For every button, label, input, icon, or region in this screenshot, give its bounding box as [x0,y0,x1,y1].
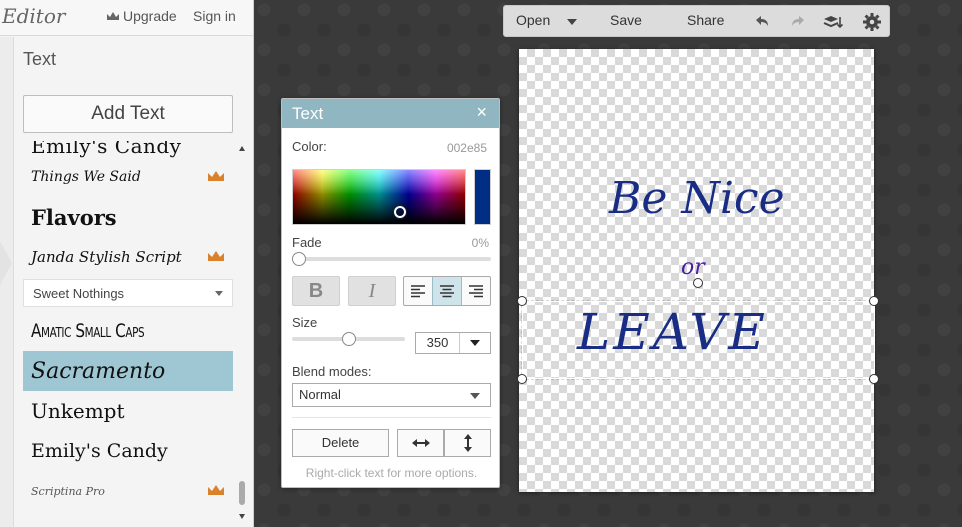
color-hex-value: 002e85 [446,141,487,155]
scroll-thumb[interactable] [239,481,245,505]
dialog-hint: Right-click text for more options. [305,466,478,480]
upgrade-label: Upgrade [123,8,177,24]
bold-button[interactable]: B [292,276,340,306]
crown-icon [107,12,119,20]
size-slider-knob[interactable] [342,332,356,346]
divider [292,417,491,418]
font-label: Things We Said [31,169,141,185]
fade-label: Fade [292,235,322,250]
share-button[interactable]: Share [687,12,724,28]
add-text-button[interactable]: Add Text [23,95,233,133]
top-bar: Editor Upgrade Sign in [0,0,253,36]
color-picker-handle[interactable] [394,206,406,218]
active-tab-indicator [0,241,12,285]
flip-horizontal-button[interactable] [397,429,444,457]
size-input[interactable]: 350 [415,332,491,354]
premium-crown-icon [207,484,225,496]
font-item-flavors[interactable]: Flavors [23,197,233,237]
fade-value: 0% [471,236,489,250]
font-label: Scriptina Pro [31,484,105,498]
align-center-button[interactable] [432,277,462,305]
font-item-emilys-candy-2[interactable]: Emily's Candy [23,431,233,471]
delete-button[interactable]: Delete [292,429,389,457]
font-label: Unkempt [31,399,125,423]
redo-icon[interactable] [788,12,808,32]
align-right-icon [469,285,483,298]
font-label: Emily's Candy [31,141,182,158]
align-center-icon [440,285,454,298]
font-dropdown-sweet-nothings[interactable]: Sweet Nothings [23,279,233,307]
font-dropdown-label: Sweet Nothings [33,285,125,301]
flip-vertical-button[interactable] [444,429,491,457]
font-label: Janda Stylish Script [31,248,182,266]
size-label: Size [292,315,318,330]
resize-handle-top-left[interactable] [517,296,527,306]
chevron-down-icon [215,291,223,296]
layers-icon[interactable] [823,12,843,32]
font-item-unkempt[interactable]: Unkempt [23,391,233,431]
save-button[interactable]: Save [610,12,642,28]
premium-crown-icon [207,250,225,262]
align-right-button[interactable] [462,277,490,305]
font-list-scrollbar[interactable] [237,141,247,521]
font-item-sacramento[interactable]: Sacramento [23,351,233,391]
undo-icon[interactable] [752,12,772,32]
section-title: Text [23,49,57,69]
color-label: Color: [292,139,327,154]
premium-crown-icon [207,170,225,182]
top-toolbar: Open Save Share [503,5,890,37]
flip-horizontal-icon [411,439,430,447]
font-item-scriptina-pro[interactable]: Scriptina Pro [23,471,233,511]
font-list: Emily's Candy Things We Said Flavors Jan… [23,141,233,521]
align-left-icon [411,285,425,298]
left-panel: Editor Upgrade Sign in Text Add Text Emi… [0,0,254,527]
dialog-title: Text [292,104,324,123]
canvas-text-leave[interactable]: LEAVE [577,303,768,361]
open-menu-chevron-icon[interactable] [567,19,577,25]
resize-handle-bottom-right[interactable] [869,374,879,384]
upgrade-link[interactable]: Upgrade [106,8,177,24]
resize-handle-top-right[interactable] [869,296,879,306]
font-label: Flavors [31,204,117,230]
text-panel: Text Add Text Emily's Candy Things We Sa… [0,37,253,527]
color-spectrum-picker[interactable] [292,169,466,225]
italic-button[interactable]: I [348,276,396,306]
blend-mode-value: Normal [299,387,341,402]
size-value[interactable]: 350 [416,333,460,353]
font-label: Sacramento [31,358,166,384]
font-label: Amatic Small Caps [31,320,145,342]
font-item-amatic-small-caps[interactable]: Amatic Small Caps [23,311,233,351]
font-item-things-we-said[interactable]: Things We Said [23,157,233,197]
alignment-group [403,276,491,306]
settings-icon[interactable] [862,12,882,32]
image-canvas[interactable]: Be Nice or LEAVE [517,49,879,492]
blend-modes-label: Blend modes: [292,364,372,379]
text-properties-dialog: Text × Color: 002e85 Fade 0% B I Size 35… [281,98,500,488]
blend-mode-select[interactable]: Normal [292,383,491,407]
chevron-down-icon[interactable] [470,340,480,346]
canvas-text-or[interactable]: or [681,255,705,280]
font-label: Emily's Candy [31,440,168,462]
color-swatch[interactable] [474,169,491,225]
dialog-header[interactable]: Text × [282,99,499,128]
canvas-text-be-nice[interactable]: Be Nice [609,173,785,224]
flip-vertical-icon [463,434,472,452]
sign-in-link[interactable]: Sign in [193,8,236,24]
scroll-down-icon[interactable] [239,514,245,519]
font-item-janda-stylish-script[interactable]: Janda Stylish Script [23,237,233,277]
open-button[interactable]: Open [516,12,550,28]
close-icon[interactable]: × [476,102,487,123]
resize-handle-bottom-left[interactable] [517,374,527,384]
scroll-up-icon[interactable] [239,146,245,151]
rotation-handle[interactable] [693,278,703,288]
fade-slider-track[interactable] [296,257,491,261]
chevron-down-icon [470,393,480,399]
app-brand: Editor [2,4,66,28]
fade-slider-knob[interactable] [292,252,306,266]
font-item-emilys-candy[interactable]: Emily's Candy [23,141,233,158]
align-left-button[interactable] [404,277,432,305]
